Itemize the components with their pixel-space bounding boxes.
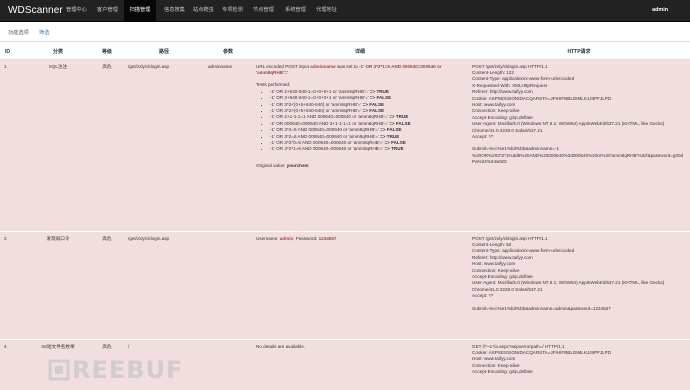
row-http-request: GET //*~1*/a.aspx?aspxerrorpath=/ HTTP/1… [468, 338, 690, 390]
row-level: 高危 [90, 58, 124, 231]
row-param [204, 230, 252, 339]
header-path[interactable]: 路径 [124, 45, 204, 60]
row-id: 2 [0, 230, 26, 339]
row-http-request: POST /get/zxly/cklogin.asp HTTP/1.1 Cont… [468, 230, 690, 339]
nav-item-site-crawler[interactable]: 站点爬虫 [193, 0, 214, 21]
app-brand[interactable]: WDScanner [8, 4, 63, 17]
row-level: 高危 [90, 230, 124, 339]
nav-item-customer-management[interactable]: 客户管理 [97, 0, 118, 21]
header-category[interactable]: 分类 [26, 45, 90, 60]
row-id: 4 [0, 338, 26, 390]
row-http-request: POST /get/zxly/cklogin.asp HTTP/1.1 Cont… [468, 58, 690, 231]
row-category: SQL注注 [26, 58, 90, 231]
original-value-text: yourchsm [286, 162, 309, 168]
nav-item-management-center[interactable]: 管理中心 [66, 0, 87, 21]
detail-intro-text-2: was set to [336, 63, 358, 69]
http-line: Submit=%cc%e1%bd%bb&adminname=admin&pass… [472, 305, 611, 311]
password-label: Password: [295, 235, 318, 241]
tab-function-options[interactable]: 功能选项 [8, 25, 29, 42]
top-navbar: WDScanner 管理中心 客户管理 扫描管理 信息搜集 站点爬虫 专项检测 … [0, 0, 690, 22]
http-line: Submit=%cc%e1%bd%bb&adminname=-1 %20OR%2… [472, 146, 684, 165]
detail-intro-text: URL encoded POST input [256, 63, 309, 69]
username-label: Username: [256, 235, 279, 241]
password-value: 1234567 [318, 235, 337, 241]
row-path: /get/zxly/cklogin.asp [124, 58, 204, 231]
row-detail: Username: admin, Password: 1234567 [252, 230, 468, 339]
row-id: 1 [0, 58, 26, 231]
detail-intro: URL encoded POST input adminname was set… [256, 64, 464, 77]
http-line: User-Agent: Mozilla/5.0 (Windows NT 6.1;… [472, 121, 666, 133]
nav-item-system-management[interactable]: 系统管理 [285, 0, 306, 21]
test-item: -1' OR 3*2*1=6 AND 000640=000640 or 'amm… [270, 146, 464, 152]
nav-item-special-detection[interactable]: 专项检测 [222, 0, 243, 21]
http-line: User-Agent: Mozilla/5.0 (Windows NT 6.1;… [472, 280, 666, 292]
row-detail: No details are available. [252, 338, 468, 390]
user-menu[interactable]: admin [652, 0, 668, 21]
table-row[interactable]: 2 发现弱口令 高危 /get/zxly/cklogin.asp Usernam… [0, 230, 690, 339]
sub-tabs: 功能选项 筛选 [0, 23, 690, 42]
detail-param-name: adminname [310, 63, 336, 69]
header-id[interactable]: ID [0, 45, 26, 60]
tab-filter[interactable]: 筛选 [39, 25, 49, 42]
nav-item-node-management[interactable]: 节点管理 [253, 0, 274, 21]
original-value: Original value: yourchsm [256, 163, 464, 169]
row-param [204, 338, 252, 390]
row-id-link[interactable]: 2 [4, 236, 7, 241]
username-value: admin [279, 235, 294, 241]
row-category: 发现弱口令 [26, 230, 90, 339]
row-param: adminname [204, 58, 252, 231]
row-detail: URL encoded POST input adminname was set… [252, 58, 468, 231]
table-header-row: ID 分类 等级 路径 参数 详细 HTTP请求 [0, 45, 690, 60]
freebuf-watermark: REEBUF [48, 355, 183, 385]
tests-list: -1' OR 2+640-640-1=0+0+0+1 or 'amm8qRHB'… [256, 89, 464, 153]
header-detail[interactable]: 详细 [252, 45, 468, 60]
nav-item-info-gathering[interactable]: 信息搜集 [164, 0, 185, 21]
freebuf-logo-icon [48, 359, 70, 381]
http-line: Accept-Encoding: gzip,deflate [472, 369, 533, 375]
original-value-label: Original value: [256, 162, 286, 168]
header-http-request[interactable]: HTTP请求 [468, 45, 690, 60]
watermark-text: REEBUF [72, 356, 184, 384]
header-param[interactable]: 参数 [204, 45, 252, 60]
row-path: /get/zxly/cklogin.asp [124, 230, 204, 339]
nav-item-scan-management[interactable]: 扫描管理 [124, 0, 156, 21]
table-row[interactable]: 1 SQL注注 高危 /get/zxly/cklogin.asp adminna… [0, 58, 690, 231]
vulnerability-table: ID 分类 等级 路径 参数 详细 HTTP请求 1 SQL注注 高危 /get… [0, 45, 690, 390]
header-level[interactable]: 等级 [90, 45, 124, 60]
nav-item-proxy-address[interactable]: 代理地址 [316, 0, 337, 21]
